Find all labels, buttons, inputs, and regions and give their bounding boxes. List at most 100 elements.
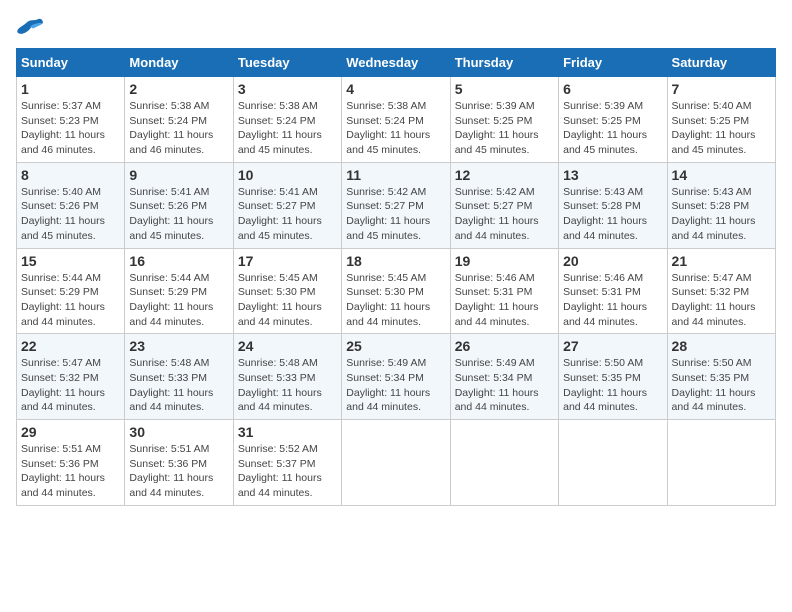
header-thursday: Thursday: [450, 49, 558, 77]
day-info: Sunrise: 5:47 AMSunset: 5:32 PMDaylight:…: [672, 271, 771, 330]
calendar-cell: 2 Sunrise: 5:38 AMSunset: 5:24 PMDayligh…: [125, 77, 233, 163]
day-info: Sunrise: 5:37 AMSunset: 5:23 PMDaylight:…: [21, 99, 120, 158]
day-number: 13: [563, 167, 662, 183]
calendar-cell: 14 Sunrise: 5:43 AMSunset: 5:28 PMDaylig…: [667, 162, 775, 248]
calendar-cell: 21 Sunrise: 5:47 AMSunset: 5:32 PMDaylig…: [667, 248, 775, 334]
calendar-week-row: 29 Sunrise: 5:51 AMSunset: 5:36 PMDaylig…: [17, 420, 776, 506]
calendar-week-row: 8 Sunrise: 5:40 AMSunset: 5:26 PMDayligh…: [17, 162, 776, 248]
day-number: 18: [346, 253, 445, 269]
calendar-cell: 25 Sunrise: 5:49 AMSunset: 5:34 PMDaylig…: [342, 334, 450, 420]
day-info: Sunrise: 5:46 AMSunset: 5:31 PMDaylight:…: [563, 271, 662, 330]
day-info: Sunrise: 5:48 AMSunset: 5:33 PMDaylight:…: [238, 356, 337, 415]
calendar-cell: 10 Sunrise: 5:41 AMSunset: 5:27 PMDaylig…: [233, 162, 341, 248]
day-number: 17: [238, 253, 337, 269]
day-info: Sunrise: 5:45 AMSunset: 5:30 PMDaylight:…: [238, 271, 337, 330]
calendar-cell: 6 Sunrise: 5:39 AMSunset: 5:25 PMDayligh…: [559, 77, 667, 163]
day-info: Sunrise: 5:44 AMSunset: 5:29 PMDaylight:…: [21, 271, 120, 330]
calendar-cell: 11 Sunrise: 5:42 AMSunset: 5:27 PMDaylig…: [342, 162, 450, 248]
day-info: Sunrise: 5:43 AMSunset: 5:28 PMDaylight:…: [672, 185, 771, 244]
day-info: Sunrise: 5:38 AMSunset: 5:24 PMDaylight:…: [238, 99, 337, 158]
header-tuesday: Tuesday: [233, 49, 341, 77]
day-number: 21: [672, 253, 771, 269]
calendar-week-row: 15 Sunrise: 5:44 AMSunset: 5:29 PMDaylig…: [17, 248, 776, 334]
day-info: Sunrise: 5:49 AMSunset: 5:34 PMDaylight:…: [346, 356, 445, 415]
calendar-cell: 28 Sunrise: 5:50 AMSunset: 5:35 PMDaylig…: [667, 334, 775, 420]
calendar-cell: 19 Sunrise: 5:46 AMSunset: 5:31 PMDaylig…: [450, 248, 558, 334]
day-info: Sunrise: 5:47 AMSunset: 5:32 PMDaylight:…: [21, 356, 120, 415]
calendar-cell: 30 Sunrise: 5:51 AMSunset: 5:36 PMDaylig…: [125, 420, 233, 506]
day-info: Sunrise: 5:45 AMSunset: 5:30 PMDaylight:…: [346, 271, 445, 330]
day-number: 1: [21, 81, 120, 97]
calendar-week-row: 22 Sunrise: 5:47 AMSunset: 5:32 PMDaylig…: [17, 334, 776, 420]
header-friday: Friday: [559, 49, 667, 77]
day-info: Sunrise: 5:46 AMSunset: 5:31 PMDaylight:…: [455, 271, 554, 330]
calendar-cell: 22 Sunrise: 5:47 AMSunset: 5:32 PMDaylig…: [17, 334, 125, 420]
day-info: Sunrise: 5:50 AMSunset: 5:35 PMDaylight:…: [563, 356, 662, 415]
day-number: 25: [346, 338, 445, 354]
calendar-cell: 13 Sunrise: 5:43 AMSunset: 5:28 PMDaylig…: [559, 162, 667, 248]
calendar-cell: [667, 420, 775, 506]
calendar-week-row: 1 Sunrise: 5:37 AMSunset: 5:23 PMDayligh…: [17, 77, 776, 163]
day-number: 24: [238, 338, 337, 354]
calendar-cell: [559, 420, 667, 506]
day-number: 2: [129, 81, 228, 97]
day-info: Sunrise: 5:41 AMSunset: 5:26 PMDaylight:…: [129, 185, 228, 244]
day-number: 16: [129, 253, 228, 269]
calendar-cell: 9 Sunrise: 5:41 AMSunset: 5:26 PMDayligh…: [125, 162, 233, 248]
day-info: Sunrise: 5:40 AMSunset: 5:26 PMDaylight:…: [21, 185, 120, 244]
logo: [16, 16, 48, 38]
day-info: Sunrise: 5:38 AMSunset: 5:24 PMDaylight:…: [346, 99, 445, 158]
day-number: 15: [21, 253, 120, 269]
day-number: 28: [672, 338, 771, 354]
day-number: 23: [129, 338, 228, 354]
day-number: 6: [563, 81, 662, 97]
day-number: 19: [455, 253, 554, 269]
day-info: Sunrise: 5:42 AMSunset: 5:27 PMDaylight:…: [455, 185, 554, 244]
calendar-cell: 7 Sunrise: 5:40 AMSunset: 5:25 PMDayligh…: [667, 77, 775, 163]
day-info: Sunrise: 5:40 AMSunset: 5:25 PMDaylight:…: [672, 99, 771, 158]
calendar-cell: 5 Sunrise: 5:39 AMSunset: 5:25 PMDayligh…: [450, 77, 558, 163]
day-info: Sunrise: 5:48 AMSunset: 5:33 PMDaylight:…: [129, 356, 228, 415]
day-number: 8: [21, 167, 120, 183]
day-number: 27: [563, 338, 662, 354]
calendar-cell: 12 Sunrise: 5:42 AMSunset: 5:27 PMDaylig…: [450, 162, 558, 248]
day-info: Sunrise: 5:39 AMSunset: 5:25 PMDaylight:…: [455, 99, 554, 158]
logo-icon: [16, 16, 44, 38]
day-number: 26: [455, 338, 554, 354]
day-number: 22: [21, 338, 120, 354]
calendar-cell: 3 Sunrise: 5:38 AMSunset: 5:24 PMDayligh…: [233, 77, 341, 163]
calendar-cell: 18 Sunrise: 5:45 AMSunset: 5:30 PMDaylig…: [342, 248, 450, 334]
header-saturday: Saturday: [667, 49, 775, 77]
day-number: 3: [238, 81, 337, 97]
day-info: Sunrise: 5:41 AMSunset: 5:27 PMDaylight:…: [238, 185, 337, 244]
calendar-cell: 20 Sunrise: 5:46 AMSunset: 5:31 PMDaylig…: [559, 248, 667, 334]
day-info: Sunrise: 5:51 AMSunset: 5:36 PMDaylight:…: [21, 442, 120, 501]
calendar-cell: 17 Sunrise: 5:45 AMSunset: 5:30 PMDaylig…: [233, 248, 341, 334]
day-number: 7: [672, 81, 771, 97]
day-number: 11: [346, 167, 445, 183]
calendar-table: SundayMondayTuesdayWednesdayThursdayFrid…: [16, 48, 776, 506]
day-info: Sunrise: 5:39 AMSunset: 5:25 PMDaylight:…: [563, 99, 662, 158]
day-info: Sunrise: 5:50 AMSunset: 5:35 PMDaylight:…: [672, 356, 771, 415]
day-info: Sunrise: 5:49 AMSunset: 5:34 PMDaylight:…: [455, 356, 554, 415]
calendar-cell: 16 Sunrise: 5:44 AMSunset: 5:29 PMDaylig…: [125, 248, 233, 334]
calendar-cell: 1 Sunrise: 5:37 AMSunset: 5:23 PMDayligh…: [17, 77, 125, 163]
calendar-cell: 24 Sunrise: 5:48 AMSunset: 5:33 PMDaylig…: [233, 334, 341, 420]
day-number: 29: [21, 424, 120, 440]
calendar-cell: 4 Sunrise: 5:38 AMSunset: 5:24 PMDayligh…: [342, 77, 450, 163]
day-number: 4: [346, 81, 445, 97]
calendar-cell: 23 Sunrise: 5:48 AMSunset: 5:33 PMDaylig…: [125, 334, 233, 420]
calendar-cell: 15 Sunrise: 5:44 AMSunset: 5:29 PMDaylig…: [17, 248, 125, 334]
day-info: Sunrise: 5:38 AMSunset: 5:24 PMDaylight:…: [129, 99, 228, 158]
header-monday: Monday: [125, 49, 233, 77]
calendar-cell: 8 Sunrise: 5:40 AMSunset: 5:26 PMDayligh…: [17, 162, 125, 248]
day-info: Sunrise: 5:44 AMSunset: 5:29 PMDaylight:…: [129, 271, 228, 330]
day-number: 10: [238, 167, 337, 183]
day-number: 9: [129, 167, 228, 183]
calendar-cell: 27 Sunrise: 5:50 AMSunset: 5:35 PMDaylig…: [559, 334, 667, 420]
day-number: 20: [563, 253, 662, 269]
calendar-cell: 29 Sunrise: 5:51 AMSunset: 5:36 PMDaylig…: [17, 420, 125, 506]
calendar-cell: [450, 420, 558, 506]
day-info: Sunrise: 5:42 AMSunset: 5:27 PMDaylight:…: [346, 185, 445, 244]
calendar-cell: [342, 420, 450, 506]
